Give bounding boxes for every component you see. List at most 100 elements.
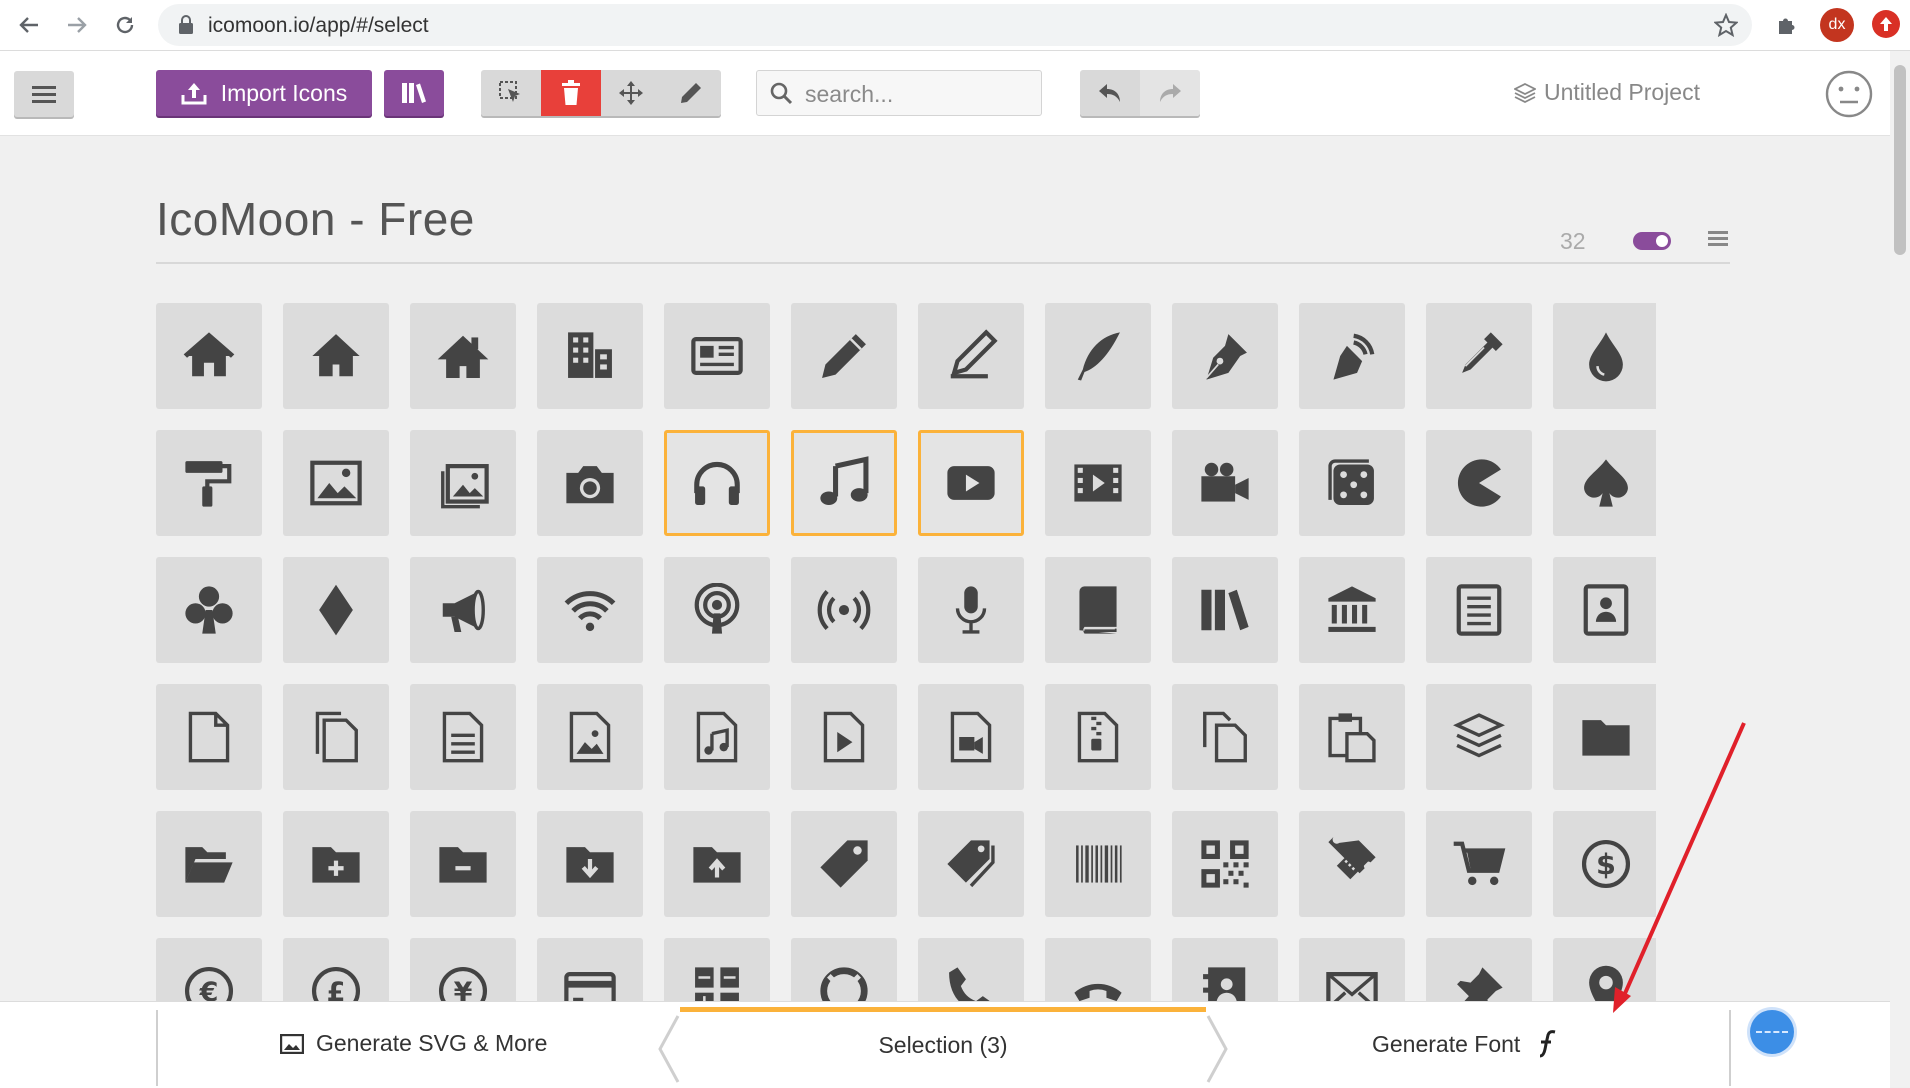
scrollbar-thumb[interactable]	[1894, 65, 1906, 255]
icon-tile-calculator[interactable]	[664, 938, 770, 1003]
icon-tile-copy[interactable]	[1172, 684, 1278, 790]
icon-tile-file-music[interactable]	[664, 684, 770, 790]
page-scrollbar[interactable]	[1890, 51, 1910, 1087]
icon-tile-folder-plus[interactable]	[283, 811, 389, 917]
icon-tile-pencil2[interactable]	[918, 303, 1024, 409]
project-selector[interactable]: Untitled Project	[1514, 79, 1700, 106]
icon-tile-books[interactable]	[1172, 557, 1278, 663]
icon-tile-home3[interactable]	[410, 303, 516, 409]
set-visibility-toggle[interactable]	[1633, 232, 1671, 250]
icon-tile-folder[interactable]	[1553, 684, 1656, 790]
icon-tile-folder-minus[interactable]	[410, 811, 516, 917]
icon-tile-eyedropper[interactable]	[1426, 303, 1532, 409]
icon-tile-coin-pound[interactable]: £	[283, 938, 389, 1003]
icon-tile-home[interactable]	[156, 303, 262, 409]
icon-tile-video-camera[interactable]	[1172, 430, 1278, 536]
select-mode-button[interactable]	[481, 70, 541, 116]
chrome-update-button[interactable]	[1872, 10, 1900, 38]
icon-tile-bullhorn[interactable]	[410, 557, 516, 663]
icon-tile-image[interactable]	[283, 430, 389, 536]
help-chat-button[interactable]	[1750, 1010, 1794, 1054]
icon-tile-pen[interactable]	[1172, 303, 1278, 409]
icon-tile-address-book[interactable]	[1172, 938, 1278, 1003]
icon-tile-file-video[interactable]	[918, 684, 1024, 790]
icon-tile-music[interactable]	[791, 430, 897, 536]
icon-tile-office[interactable]	[537, 303, 643, 409]
icon-tile-connection[interactable]	[537, 557, 643, 663]
icon-tile-paste[interactable]	[1299, 684, 1405, 790]
icon-tile-phone[interactable]	[918, 938, 1024, 1003]
icon-tile-camera[interactable]	[537, 430, 643, 536]
search-input[interactable]	[803, 77, 1035, 111]
redo-button[interactable]	[1140, 70, 1200, 116]
icon-tile-file-text[interactable]	[1426, 557, 1532, 663]
search-box[interactable]	[756, 70, 1042, 116]
delete-mode-button[interactable]	[541, 70, 601, 116]
selection-tab[interactable]: Selection (3)	[680, 1002, 1206, 1088]
icon-tile-images[interactable]	[410, 430, 516, 536]
bookmark-star-icon[interactable]	[1714, 13, 1738, 37]
icon-tile-blog[interactable]	[1299, 303, 1405, 409]
icon-tile-feed[interactable]	[791, 557, 897, 663]
icon-tile-book[interactable]	[1045, 557, 1151, 663]
profile-avatar[interactable]: dx	[1820, 8, 1854, 42]
icon-tile-paint-format[interactable]	[156, 430, 262, 536]
icon-tile-files-empty[interactable]	[283, 684, 389, 790]
user-account-icon[interactable]	[1824, 69, 1874, 119]
icon-tile-file-picture[interactable]	[537, 684, 643, 790]
icon-library-button[interactable]	[384, 70, 444, 116]
address-bar[interactable]: icomoon.io/app/#/select	[158, 4, 1752, 46]
icon-tile-headphones[interactable]	[664, 430, 770, 536]
icon-tile-pencil[interactable]	[791, 303, 897, 409]
icon-tile-coin-euro[interactable]: €	[156, 938, 262, 1003]
set-menu-icon[interactable]	[1708, 230, 1728, 248]
icon-tile-diamonds[interactable]	[283, 557, 389, 663]
icon-tile-quill[interactable]	[1045, 303, 1151, 409]
reload-button[interactable]	[106, 6, 144, 44]
icon-tile-stack[interactable]	[1426, 684, 1532, 790]
icon-tile-phone-hang-up[interactable]	[1045, 938, 1151, 1003]
icon-tile-play[interactable]	[918, 430, 1024, 536]
icon-tile-credit-card[interactable]	[537, 938, 643, 1003]
icon-tile-qrcode[interactable]	[1172, 811, 1278, 917]
icon-tile-mic[interactable]	[918, 557, 1024, 663]
icon-tile-folder-upload[interactable]	[664, 811, 770, 917]
icon-tile-file-play[interactable]	[791, 684, 897, 790]
edit-mode-button[interactable]	[661, 70, 721, 116]
icon-tile-home2[interactable]	[283, 303, 389, 409]
icon-tile-folder-open[interactable]	[156, 811, 262, 917]
icon-tile-dice[interactable]	[1299, 430, 1405, 536]
generate-svg-button[interactable]: Generate SVG & More	[280, 1030, 547, 1057]
icon-tile-lifebuoy[interactable]	[791, 938, 897, 1003]
extensions-button[interactable]	[1770, 8, 1804, 42]
icon-tile-pushpin[interactable]	[1426, 938, 1532, 1003]
icon-tile-cart[interactable]	[1426, 811, 1532, 917]
icon-tile-profile[interactable]	[1553, 557, 1656, 663]
back-button[interactable]	[10, 6, 48, 44]
icon-tile-location[interactable]	[1553, 938, 1656, 1003]
icon-tile-pacman[interactable]	[1426, 430, 1532, 536]
forward-button[interactable]	[58, 6, 96, 44]
icon-tile-file-empty[interactable]	[156, 684, 262, 790]
icon-tile-coin-dollar[interactable]: $	[1553, 811, 1656, 917]
undo-button[interactable]	[1080, 70, 1140, 116]
icon-tile-folder-download[interactable]	[537, 811, 643, 917]
icon-tile-barcode[interactable]	[1045, 811, 1151, 917]
icon-tile-podcast[interactable]	[664, 557, 770, 663]
import-icons-button[interactable]: Import Icons	[156, 70, 372, 116]
icon-tile-envelop[interactable]	[1299, 938, 1405, 1003]
icon-tile-droplet[interactable]	[1553, 303, 1656, 409]
icon-tile-file-zip[interactable]	[1045, 684, 1151, 790]
icon-tile-film[interactable]	[1045, 430, 1151, 536]
icon-tile-coin-yen[interactable]: ¥	[410, 938, 516, 1003]
icon-tile-price-tags[interactable]	[918, 811, 1024, 917]
main-menu-button[interactable]	[14, 71, 74, 117]
generate-font-button[interactable]: Generate Font	[1372, 1030, 1556, 1058]
move-mode-button[interactable]	[601, 70, 661, 116]
icon-tile-newspaper[interactable]	[664, 303, 770, 409]
icon-tile-clubs[interactable]	[156, 557, 262, 663]
icon-tile-library[interactable]	[1299, 557, 1405, 663]
icon-tile-spades[interactable]	[1553, 430, 1656, 536]
icon-tile-price-tag[interactable]	[791, 811, 897, 917]
icon-tile-file-text2[interactable]	[410, 684, 516, 790]
